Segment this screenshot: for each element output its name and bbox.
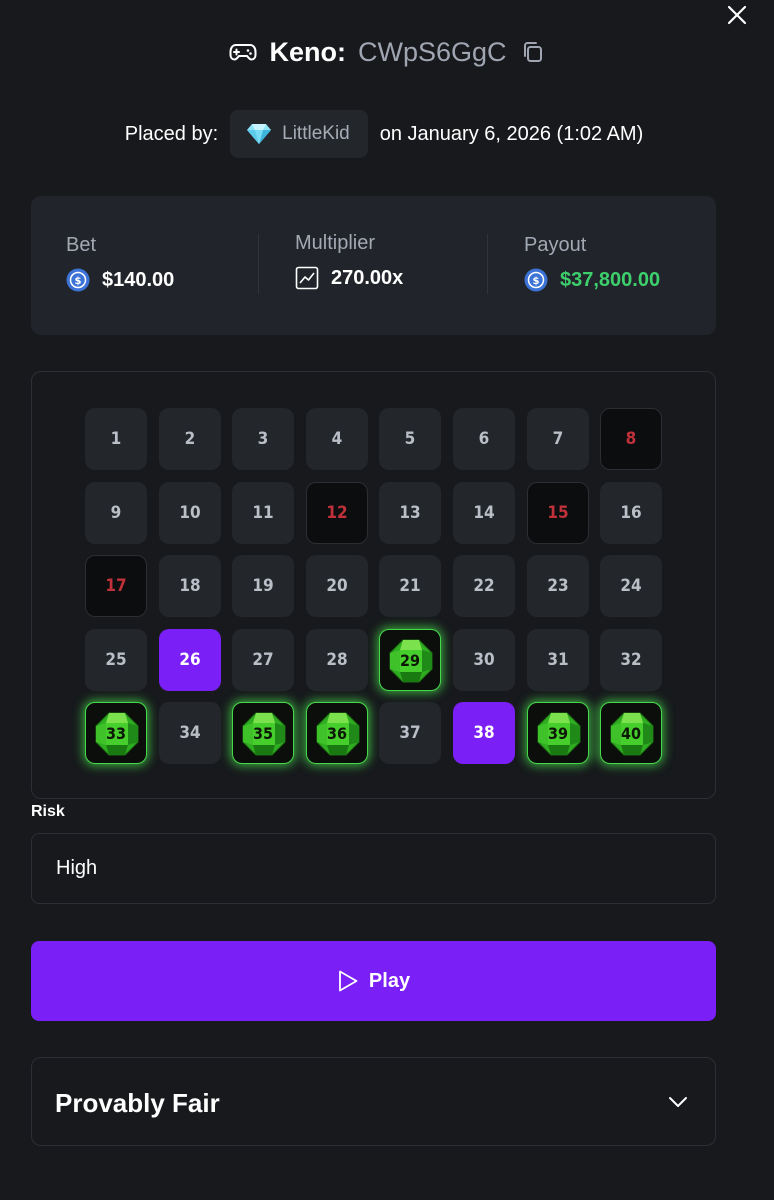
divider xyxy=(258,234,259,294)
keno-tile-37[interactable]: 37 xyxy=(379,702,441,764)
risk-select[interactable]: High xyxy=(31,833,716,904)
keno-tile-28[interactable]: 28 xyxy=(306,629,368,691)
keno-tile-22[interactable]: 22 xyxy=(453,555,515,617)
keno-tile-32[interactable]: 32 xyxy=(600,629,662,691)
divider xyxy=(487,234,488,294)
usd-coin-icon: $ xyxy=(524,268,548,292)
svg-text:$: $ xyxy=(533,276,540,287)
keno-tile-24[interactable]: 24 xyxy=(600,555,662,617)
tile-number: 39 xyxy=(547,723,569,743)
game-name: Keno: xyxy=(269,36,346,67)
keno-tile-14[interactable]: 14 xyxy=(453,482,515,544)
placed-date: on January 6, 2026 (1:02 AM) xyxy=(379,122,644,145)
keno-tile-1[interactable]: 1 xyxy=(85,408,147,470)
keno-tile-36[interactable]: 36 xyxy=(306,702,368,764)
keno-tile-13[interactable]: 13 xyxy=(379,482,441,544)
bet-value: $140.00 xyxy=(102,268,175,291)
risk-value: High xyxy=(56,857,98,879)
gamepad-icon xyxy=(229,44,257,61)
payout-stat: Payout $ $37,800.00 xyxy=(524,234,744,292)
bet-stats-card: Bet $ $140.00 Multiplier 270.00x Payout xyxy=(31,196,716,335)
keno-tile-12[interactable]: 12 xyxy=(306,482,368,544)
play-label: Play xyxy=(368,969,411,992)
keno-tile-38[interactable]: 38 xyxy=(453,702,515,764)
keno-tile-4[interactable]: 4 xyxy=(306,408,368,470)
tile-number: 40 xyxy=(620,723,642,743)
keno-tile-25[interactable]: 25 xyxy=(85,629,147,691)
multiplier-stat: Multiplier 270.00x xyxy=(295,232,515,290)
bet-stat: Bet $ $140.00 xyxy=(66,234,286,292)
svg-text:$: $ xyxy=(75,276,82,287)
user-chip[interactable]: LittleKid xyxy=(230,110,368,158)
tile-number: 29 xyxy=(399,650,421,670)
keno-tile-26[interactable]: 26 xyxy=(159,629,221,691)
play-button[interactable]: Play xyxy=(31,941,716,1021)
keno-tile-11[interactable]: 11 xyxy=(232,482,294,544)
keno-tile-15[interactable]: 15 xyxy=(527,482,589,544)
keno-tile-20[interactable]: 20 xyxy=(306,555,368,617)
tile-number: 35 xyxy=(252,723,274,743)
modal-title: Keno: CWpS6GgC xyxy=(0,34,774,70)
play-icon xyxy=(339,970,358,992)
keno-tile-10[interactable]: 10 xyxy=(159,482,221,544)
risk-label: Risk xyxy=(31,803,65,820)
diamond-icon xyxy=(247,124,272,144)
keno-tile-40[interactable]: 40 xyxy=(600,702,662,764)
multiplier-label: Multiplier xyxy=(295,232,376,254)
multiplier-value: 270.00x xyxy=(331,266,404,289)
close-icon[interactable] xyxy=(724,2,750,28)
username: LittleKid xyxy=(282,123,350,144)
chart-icon xyxy=(295,266,319,290)
keno-tile-7[interactable]: 7 xyxy=(527,408,589,470)
placed-by-row: Placed by: LittleKid on January 6, 2026 … xyxy=(0,110,774,158)
tile-number: 36 xyxy=(326,723,348,743)
keno-tile-17[interactable]: 17 xyxy=(85,555,147,617)
usd-coin-icon: $ xyxy=(66,268,90,292)
keno-tile-6[interactable]: 6 xyxy=(453,408,515,470)
provably-fair-accordion[interactable]: Provably Fair xyxy=(31,1057,716,1146)
payout-value: $37,800.00 xyxy=(560,268,661,291)
tile-number: 33 xyxy=(105,723,127,743)
keno-board: 1 2 3 4 5 6 7 8 9 10 11 12 13 14 15 16 17 18 19 20 21 22 23 24 2… xyxy=(31,371,716,799)
keno-tile-16[interactable]: 16 xyxy=(600,482,662,544)
copy-icon[interactable] xyxy=(521,40,545,64)
chevron-down-icon xyxy=(669,1097,687,1107)
keno-tile-19[interactable]: 19 xyxy=(232,555,294,617)
bet-id: CWpS6GgC xyxy=(357,36,507,67)
keno-tile-3[interactable]: 3 xyxy=(232,408,294,470)
keno-tile-5[interactable]: 5 xyxy=(379,408,441,470)
keno-tile-39[interactable]: 39 xyxy=(527,702,589,764)
keno-tile-9[interactable]: 9 xyxy=(85,482,147,544)
bet-label: Bet xyxy=(66,234,97,256)
keno-tile-18[interactable]: 18 xyxy=(159,555,221,617)
keno-tile-21[interactable]: 21 xyxy=(379,555,441,617)
keno-tile-31[interactable]: 31 xyxy=(527,629,589,691)
keno-tile-35[interactable]: 35 xyxy=(232,702,294,764)
keno-tile-27[interactable]: 27 xyxy=(232,629,294,691)
keno-tile-8[interactable]: 8 xyxy=(600,408,662,470)
payout-label: Payout xyxy=(524,234,587,256)
keno-tile-23[interactable]: 23 xyxy=(527,555,589,617)
keno-tile-29[interactable]: 29 xyxy=(379,629,441,691)
keno-tile-2[interactable]: 2 xyxy=(159,408,221,470)
keno-tile-33[interactable]: 33 xyxy=(85,702,147,764)
placed-by-label: Placed by: xyxy=(124,122,219,145)
provably-fair-title: Provably Fair xyxy=(55,1088,220,1118)
keno-tile-34[interactable]: 34 xyxy=(159,702,221,764)
keno-tile-30[interactable]: 30 xyxy=(453,629,515,691)
